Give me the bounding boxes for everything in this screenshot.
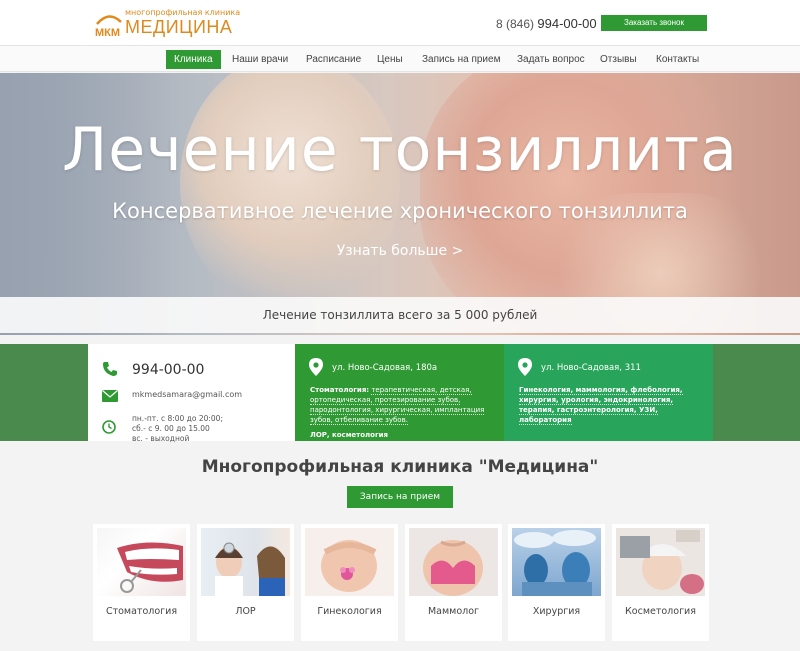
- hero-bg-shoulder: [180, 73, 400, 313]
- card-mammology[interactable]: Маммолог: [405, 524, 502, 641]
- nav-item-appointment[interactable]: Запись на прием: [414, 50, 508, 69]
- cosmetology-image: [620, 530, 704, 594]
- address-card-2: ул. Ново-Садовая, 311 Гинекология, маммо…: [504, 344, 713, 441]
- card-image-surgery: [512, 528, 601, 596]
- nav-item-question[interactable]: Задать вопрос: [509, 50, 593, 69]
- logo[interactable]: МКМ многопрофильная клиника МЕДИЦИНА: [94, 6, 240, 40]
- phone-prefix: 8 (846): [496, 17, 535, 31]
- nav-item-doctors[interactable]: Наши врачи: [224, 50, 296, 69]
- card-label: Косметология: [625, 606, 696, 617]
- gynecology-image: [321, 540, 377, 592]
- card-cosmetology[interactable]: Косметология: [612, 524, 709, 641]
- appointment-button[interactable]: Запись на прием: [347, 486, 453, 508]
- contact-card: 994-00-00 mkmedsamara@gmail.com пн.-пт. …: [88, 344, 295, 444]
- address-card-1: ул. Ново-Садовая, 180а Стоматология: тер…: [295, 344, 504, 441]
- logo-mark-text: МКМ: [95, 27, 120, 39]
- contact-hours: пн.-пт. с 8:00 до 20:00; сб.- с 9. 00 до…: [132, 414, 223, 444]
- nav-item-prices[interactable]: Цены: [369, 50, 411, 69]
- header-phone[interactable]: 8 (846) 994-00-00: [496, 16, 597, 31]
- callback-button[interactable]: Заказать звонок: [601, 15, 707, 31]
- header-top: МКМ многопрофильная клиника МЕДИЦИНА 8 (…: [0, 0, 800, 45]
- hours-weekdays: пн.-пт. с 8:00 до 20:00;: [132, 414, 223, 423]
- clock-icon: [102, 420, 116, 434]
- address-1-services: Стоматология: терапевтическая, детская, …: [310, 385, 490, 425]
- card-label: Гинекология: [317, 606, 382, 617]
- ent-image: [215, 542, 285, 596]
- section-title: Многопрофильная клиника "Медицина": [201, 457, 599, 477]
- dental-label: Стоматология:: [310, 386, 370, 394]
- hero-more-link[interactable]: Узнать больше >: [0, 243, 800, 259]
- smile-image: [117, 542, 183, 593]
- card-image-ent: [201, 528, 290, 596]
- address-2-services: Гинекология, маммология, флебология, хир…: [519, 385, 699, 425]
- contact-email[interactable]: mkmedsamara@gmail.com: [132, 390, 242, 399]
- main-nav: Клиника Наши врачи Расписание Цены Запис…: [0, 45, 800, 72]
- card-label: ЛОР: [235, 606, 256, 617]
- nav-item-clinic[interactable]: Клиника: [166, 50, 221, 69]
- hero-promo: Лечение тонзиллита всего за 5 000 рублей: [0, 297, 800, 333]
- hours-saturday: сб.- с 9. 00 до 15.00: [132, 424, 210, 433]
- logo-title: МЕДИЦИНА: [125, 17, 233, 37]
- mail-icon: [102, 390, 118, 402]
- address-2-services-text[interactable]: Гинекология, маммология, флебология, хир…: [519, 386, 683, 425]
- card-label: Стоматология: [105, 606, 178, 617]
- nav-item-contacts[interactable]: Контакты: [648, 50, 707, 69]
- map-pin-icon: [518, 358, 532, 376]
- nav-item-schedule[interactable]: Расписание: [298, 50, 369, 69]
- address-1-title[interactable]: ул. Ново-Садовая, 180а: [332, 363, 437, 373]
- address-2-title[interactable]: ул. Ново-Садовая, 311: [541, 363, 641, 373]
- card-image-dentistry: [97, 528, 186, 596]
- mammology-image: [423, 540, 483, 596]
- card-image-cosmetology: [616, 528, 705, 596]
- address-1-extra[interactable]: ЛОР, косметология: [310, 431, 388, 439]
- card-surgery[interactable]: Хирургия: [508, 524, 605, 641]
- hero-title: Лечение тонзиллита: [62, 115, 738, 185]
- card-image-mammology: [409, 528, 498, 596]
- logo-mark-icon: МКМ: [95, 15, 122, 39]
- card-image-gynecology: [305, 528, 394, 596]
- card-gynecology[interactable]: Гинекология: [301, 524, 398, 641]
- phone-icon: [103, 362, 117, 376]
- card-label: Маммолог: [427, 606, 480, 617]
- card-label: Хирургия: [532, 606, 581, 617]
- nav-item-reviews[interactable]: Отзывы: [592, 50, 645, 69]
- logo-subtitle: многопрофильная клиника: [125, 8, 241, 17]
- contact-phone[interactable]: 994-00-00: [132, 362, 204, 378]
- map-pin-icon: [309, 358, 323, 376]
- surgery-image: [514, 530, 596, 596]
- card-dentistry[interactable]: Стоматология: [93, 524, 190, 641]
- phone-number: 994-00-00: [537, 16, 597, 31]
- hero-subtitle: Консервативное лечение хронического тонз…: [112, 199, 688, 223]
- hours-sunday: вс. - выходной: [132, 434, 190, 443]
- card-ent[interactable]: ЛОР: [197, 524, 294, 641]
